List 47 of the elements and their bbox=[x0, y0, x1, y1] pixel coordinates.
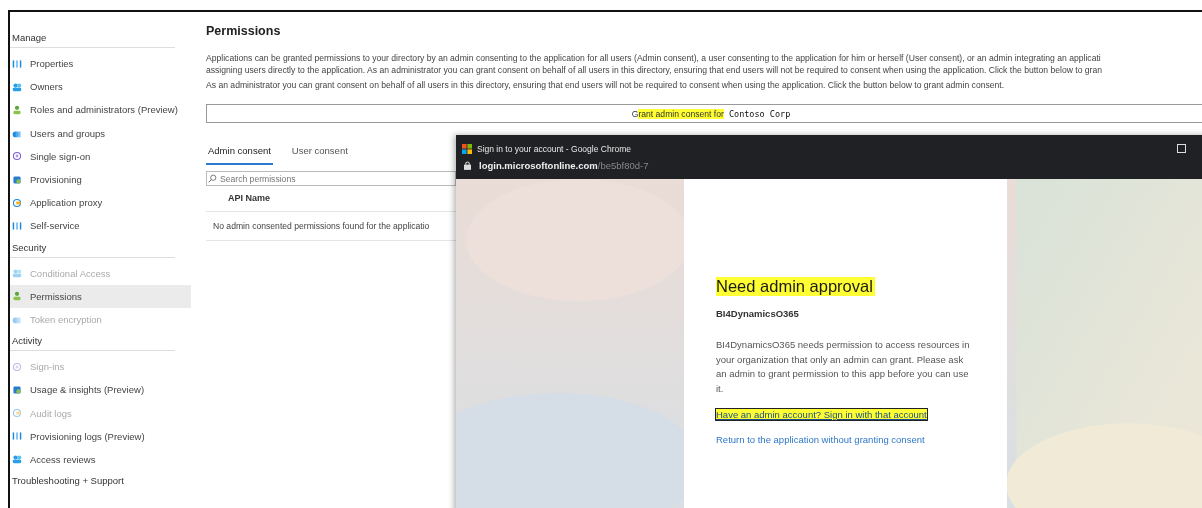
description-text: As an administrator you can grant consent on behalf of all users in this directory, ensuring that end users will not be required to consent when using the application. Click the button below to grant admin consent. bbox=[206, 80, 1006, 90]
people-icon bbox=[12, 268, 22, 279]
maximize-icon[interactable] bbox=[1177, 144, 1186, 153]
dialog-message: BI4DynamicsO365 needs permission to access resources in your organization that only an admin can grant. Please ask an admin to grant permission to this app before you can use it. bbox=[716, 338, 971, 396]
section-heading: Activity bbox=[11, 334, 44, 349]
column-header: API Name bbox=[228, 193, 271, 203]
dialog-heading: Need admin approval bbox=[716, 277, 875, 296]
section-heading: Troubleshooting + Support bbox=[11, 474, 125, 488]
sidebar-item[interactable]: Usage & insights (Preview) bbox=[10, 378, 191, 402]
page-title: Permissions bbox=[206, 24, 282, 38]
sidebar-item[interactable]: Provisioning logs (Preview) bbox=[10, 424, 191, 448]
description-text: assigning users directly to the application. As an administrator you can grant consent on behalf of all users in this directory, ensuring that end users will not be required to consent when using the application. Click the button below to gran bbox=[206, 64, 1103, 76]
square-icon bbox=[12, 174, 22, 185]
people-icon bbox=[12, 454, 22, 465]
app-name: BI4DynamicsO365 bbox=[716, 308, 800, 319]
tab[interactable]: Admin consent bbox=[206, 142, 273, 165]
bars-icon bbox=[12, 431, 22, 442]
address-text: login.microsoftonline.com/be5bf80d-7 bbox=[479, 159, 649, 171]
person-icon bbox=[12, 291, 22, 302]
tab[interactable]: User consent bbox=[289, 142, 350, 165]
sidebar-item[interactable]: Permissions bbox=[10, 284, 191, 308]
ring-icon bbox=[12, 361, 22, 372]
windows-logo-icon bbox=[462, 143, 472, 154]
person-icon bbox=[12, 104, 22, 115]
sidebar-item[interactable]: Roles and administrators (Preview) bbox=[10, 98, 191, 122]
sidebar-item[interactable]: Application proxy bbox=[10, 191, 191, 215]
people-icon bbox=[12, 81, 22, 92]
ring-icon bbox=[12, 151, 22, 162]
sidebar-item[interactable]: Access reviews bbox=[10, 447, 191, 471]
sidebar-item[interactable]: Self-service bbox=[10, 214, 191, 238]
bars-icon bbox=[12, 58, 22, 69]
lock-icon bbox=[464, 160, 471, 170]
sidebar-item[interactable]: Users and groups bbox=[10, 121, 191, 145]
square-icon bbox=[12, 384, 22, 395]
sidebar-item[interactable]: Properties bbox=[10, 52, 191, 76]
section-heading: Manage bbox=[11, 31, 48, 45]
link[interactable]: Have an admin account? Sign in with that account bbox=[716, 409, 927, 420]
description-text: Applications can be granted permissions to your directory by an admin consenting to the application for all users (Admin consent), a user consenting to the application for him or herself (User consent), or an admin integrating an applicati bbox=[206, 52, 1102, 64]
grant-consent-button[interactable]: Grant admin consent for Contoso Corp bbox=[206, 104, 1202, 123]
bars-icon bbox=[12, 220, 22, 231]
section-heading: Security bbox=[11, 240, 48, 255]
search-field[interactable]: Search permissions bbox=[206, 171, 456, 186]
sidebar-item[interactable]: Single sign-on bbox=[10, 144, 191, 168]
link[interactable]: Return to the application without granting consent bbox=[716, 434, 925, 445]
window-title: Sign in to your account - Google Chrome bbox=[477, 143, 632, 154]
sidebar-item[interactable]: Owners bbox=[10, 75, 191, 99]
sidebar-item[interactable]: Provisioning bbox=[10, 167, 191, 192]
